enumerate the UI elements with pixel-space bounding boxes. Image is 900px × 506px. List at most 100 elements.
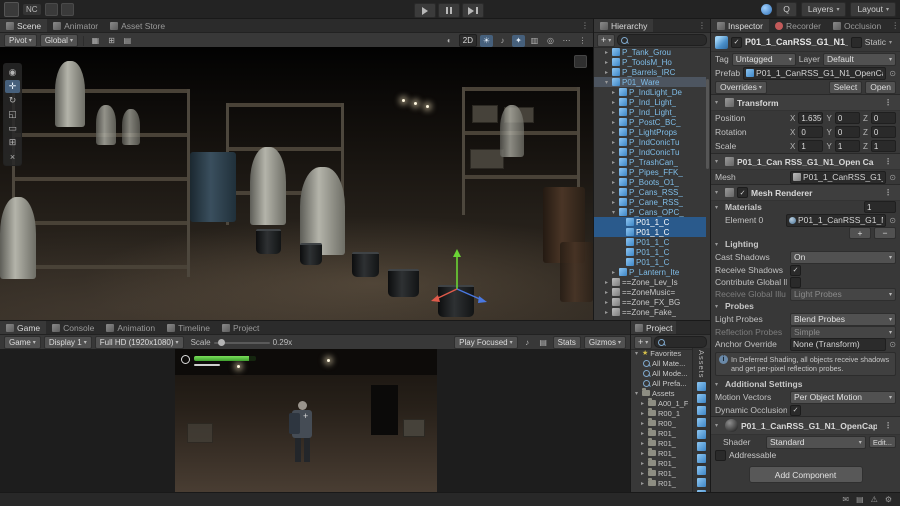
- foldout-arrow-icon[interactable]: ▾: [715, 303, 722, 310]
- project-folder[interactable]: ▸ A00_1_F: [631, 398, 693, 408]
- project-folder[interactable]: ▸ R01_: [631, 458, 693, 468]
- transform-component-header[interactable]: ▾ Transform ⋮: [711, 94, 900, 111]
- tag-dropdown[interactable]: Untagged: [731, 52, 796, 66]
- foldout-arrow-icon[interactable]: ▾: [715, 241, 722, 248]
- display-dropdown[interactable]: Display 1: [43, 336, 92, 349]
- assets-root[interactable]: ▾ Assets: [631, 388, 693, 398]
- hierarchy-item[interactable]: ▸ P_Cane_RSS_: [594, 197, 706, 207]
- handle-rotation-dropdown[interactable]: Global: [39, 34, 78, 47]
- project-folder[interactable]: ▸ R01_: [631, 448, 693, 458]
- hierarchy-item[interactable]: P01_1_C: [594, 237, 706, 247]
- hierarchy-item[interactable]: ▸ ==Zone_Fake_: [594, 307, 706, 317]
- tab-animation[interactable]: Animation: [100, 321, 161, 334]
- create-button[interactable]: +: [597, 33, 616, 47]
- stats-button[interactable]: Stats: [552, 336, 581, 349]
- foldout-arrow-icon[interactable]: ▾: [715, 381, 722, 388]
- additional-settings-foldout[interactable]: ▾ Additional Settings: [711, 378, 900, 390]
- expand-arrow-icon[interactable]: ▸: [610, 139, 617, 146]
- object-picker-icon[interactable]: [889, 216, 896, 225]
- component-menu-icon[interactable]: ⋮: [880, 98, 896, 107]
- grid-snapping-icon[interactable]: ▦: [89, 35, 102, 47]
- expand-arrow-icon[interactable]: ▸: [610, 129, 617, 136]
- game-mode-dropdown[interactable]: Game: [4, 336, 41, 349]
- component-enabled-checkbox[interactable]: [737, 187, 748, 198]
- cast-shadows-dropdown[interactable]: On: [790, 250, 896, 264]
- motion-vectors-dropdown[interactable]: Per Object Motion: [790, 390, 896, 404]
- panel-menu-icon[interactable]: ⋮: [694, 19, 710, 32]
- project-folder[interactable]: ▸ R01_: [631, 438, 693, 448]
- hidden-objects-icon[interactable]: ▥: [528, 35, 541, 47]
- tab-project[interactable]: Project: [216, 321, 265, 334]
- scene-menu-icon[interactable]: ⋮: [576, 35, 589, 47]
- version-control-icon[interactable]: [44, 2, 58, 16]
- tab-game[interactable]: Game: [0, 321, 47, 334]
- hierarchy-item[interactable]: ▸ ==Zone_Lev_Is: [594, 277, 706, 287]
- expand-arrow-icon[interactable]: ▸: [603, 59, 610, 66]
- step-button[interactable]: [462, 3, 484, 18]
- hierarchy-item[interactable]: P01_1_C: [594, 227, 706, 237]
- expand-arrow-icon[interactable]: ▸: [639, 440, 646, 447]
- gizmos-dropdown[interactable]: Gizmos: [583, 336, 626, 349]
- expand-arrow-icon[interactable]: ▸: [610, 189, 617, 196]
- hierarchy-item[interactable]: ▸ P_Cans_RSS_: [594, 187, 706, 197]
- layers-dropdown[interactable]: Layers: [800, 1, 847, 17]
- hierarchy-item[interactable]: ▸ P_Ind_Light_: [594, 107, 706, 117]
- static-caret-icon[interactable]: ▾: [889, 39, 896, 46]
- asset-prefab-icon[interactable]: [697, 477, 706, 487]
- hierarchy-item[interactable]: ▸ P_TrashCan_: [594, 157, 706, 167]
- expand-arrow-icon[interactable]: ▾: [610, 209, 617, 216]
- project-folder[interactable]: ▸ R01_: [631, 478, 693, 488]
- scale-tool-icon[interactable]: ◱: [5, 108, 20, 121]
- object-picker-icon[interactable]: [889, 69, 896, 78]
- rotation-x-field[interactable]: 0: [798, 126, 824, 138]
- hierarchy-item[interactable]: P01_1_C: [594, 247, 706, 257]
- scale-x-field[interactable]: 1: [798, 140, 824, 152]
- hierarchy-item[interactable]: ▸ P_LightProps: [594, 127, 706, 137]
- prefab-field[interactable]: P01_1_CanRSS_G1_N1_OpenCap: [743, 66, 887, 80]
- hierarchy-scrollbar[interactable]: [706, 79, 709, 169]
- hierarchy-item[interactable]: ▸ P_Ind_Light_: [594, 97, 706, 107]
- tab-asset-store[interactable]: Asset Store: [104, 19, 171, 32]
- hierarchy-item[interactable]: P01_1_C: [594, 217, 706, 227]
- hierarchy-item[interactable]: ▸ P_Pipes_FFK_: [594, 167, 706, 177]
- foldout-arrow-icon[interactable]: ▾: [715, 422, 722, 429]
- snap-increment-icon[interactable]: ⊞: [105, 35, 118, 47]
- position-z-field[interactable]: 0: [870, 112, 896, 124]
- scale-slider-thumb[interactable]: [217, 339, 225, 346]
- expand-arrow-icon[interactable]: ▸: [610, 119, 617, 126]
- hierarchy-item[interactable]: ▸ P_Barrels_IRC: [594, 67, 706, 77]
- hierarchy-item[interactable]: ▸ P_Lantern_Ite: [594, 267, 706, 277]
- add-component-button[interactable]: Add Component: [748, 466, 863, 484]
- effects-icon[interactable]: ✦: [512, 34, 525, 47]
- active-checkbox[interactable]: [731, 36, 742, 48]
- hierarchy-item[interactable]: P01_1_C: [594, 257, 706, 267]
- gizmos-menu-icon[interactable]: ⋯: [560, 35, 573, 47]
- tab-occlusion[interactable]: Occlusion: [827, 19, 887, 32]
- panel-menu-icon[interactable]: ⋮: [577, 19, 593, 32]
- expand-arrow-icon[interactable]: ▸: [639, 400, 646, 407]
- tab-project-panel[interactable]: Project: [631, 321, 677, 334]
- rect-tool-icon[interactable]: ▭: [5, 122, 20, 135]
- component-menu-icon[interactable]: ⋮: [880, 188, 896, 197]
- expand-arrow-icon[interactable]: ▸: [639, 450, 646, 457]
- collab-cloud-icon[interactable]: [761, 3, 773, 15]
- pause-button[interactable]: [438, 3, 460, 18]
- foldout-arrow-icon[interactable]: ▾: [715, 99, 722, 106]
- tab-scene[interactable]: Scene: [0, 19, 48, 32]
- foldout-arrow-icon[interactable]: ▾: [715, 189, 722, 196]
- expand-arrow-icon[interactable]: ▸: [610, 99, 617, 106]
- material-header[interactable]: ▾ P01_1_CanRSS_G1_N1_OpenCap ⋮: [711, 416, 900, 436]
- static-checkbox[interactable]: [850, 36, 862, 48]
- play-focused-dropdown[interactable]: Play Focused: [454, 336, 518, 349]
- transform-tool-icon[interactable]: ⊞: [5, 136, 20, 149]
- select-button[interactable]: Select: [828, 80, 863, 94]
- expand-arrow-icon[interactable]: ▸: [603, 289, 610, 296]
- object-picker-icon[interactable]: [889, 340, 896, 349]
- scale-y-field[interactable]: 1: [834, 140, 860, 152]
- hierarchy-item[interactable]: ▸ ==ZoneMusic=: [594, 287, 706, 297]
- favorites-item[interactable]: All Mate...: [631, 358, 693, 368]
- rotate-tool-icon[interactable]: ↻: [5, 94, 20, 107]
- scene-viewport[interactable]: ◉ ✛ ↻ ◱ ▭ ⊞ ×: [0, 47, 593, 320]
- expand-arrow-icon[interactable]: ▸: [639, 420, 646, 427]
- asset-prefab-icon[interactable]: [697, 393, 706, 403]
